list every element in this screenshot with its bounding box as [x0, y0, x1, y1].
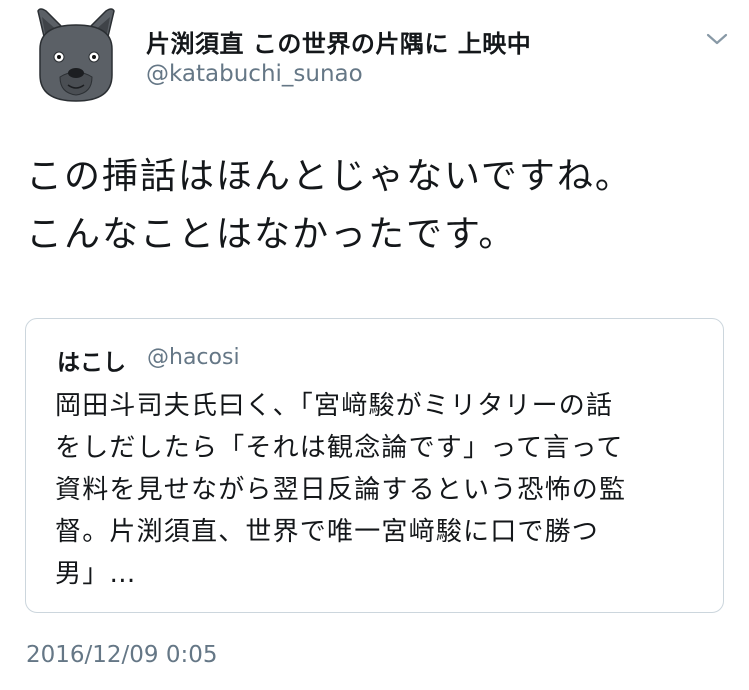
author-display-name[interactable]: 片渕須直 この世界の片隅に 上映中 — [146, 24, 531, 59]
quoted-text-line: 男」… — [55, 559, 137, 589]
quoted-text-line: 督。片渕須直、世界で唯一宮﨑駿に口で勝つ — [55, 517, 600, 547]
tweet-text-line: この挿話はほんとじゃないですね。 — [26, 156, 633, 197]
avatar[interactable] — [24, 5, 128, 105]
quoted-text-line: 岡田斗司夫氏曰く、「宮﨑駿がミリタリーの話 — [55, 391, 614, 421]
tweet-timestamp[interactable]: 2016/12/09 0:05 — [26, 642, 218, 668]
quoted-author-handle: @hacosi — [147, 345, 240, 370]
tweet-card: 片渕須直 この世界の片隅に 上映中 @katabuchi_sunao この挿話は… — [0, 0, 749, 690]
quoted-tweet[interactable]: はこし @hacosi 岡田斗司夫氏曰く、「宮﨑駿がミリタリーの話 をしだしたら… — [25, 318, 724, 613]
french-bulldog-avatar-icon — [37, 8, 115, 102]
quoted-author-name: はこし — [57, 350, 126, 376]
chevron-down-icon — [706, 33, 728, 45]
tweet-menu-button[interactable] — [704, 30, 730, 48]
quoted-text-line: 資料を見せながら翌日反論するという恐怖の監 — [55, 475, 627, 505]
author-handle[interactable]: @katabuchi_sunao — [146, 61, 363, 87]
tweet-text: この挿話はほんとじゃないですね。 こんなことはなかったです。 — [26, 148, 726, 264]
tweet-text-line: こんなことはなかったです。 — [26, 214, 517, 255]
quoted-tweet-text: 岡田斗司夫氏曰く、「宮﨑駿がミリタリーの話 をしだしたら「それは観念論です」って… — [55, 385, 705, 595]
quoted-text-line: をしだしたら「それは観念論です」って言って — [55, 433, 624, 463]
